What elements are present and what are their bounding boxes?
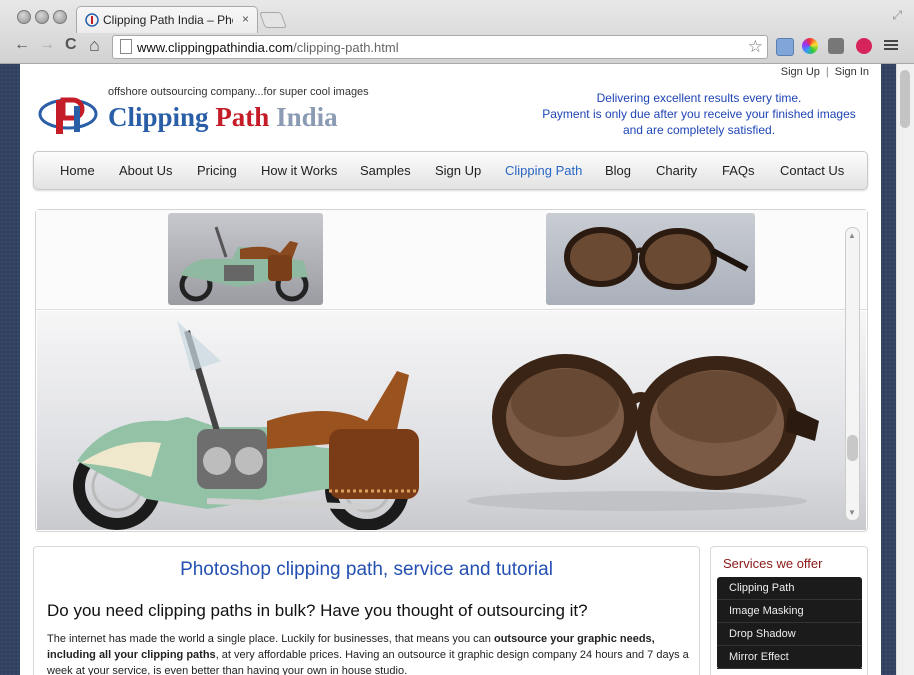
service-clipping-path[interactable]: Clipping Path xyxy=(717,577,862,600)
fullscreen-icon[interactable]: ⤢ xyxy=(892,8,902,23)
close-window-button[interactable] xyxy=(17,10,31,24)
motorcycle-thumb-image xyxy=(179,226,309,302)
new-tab-button[interactable] xyxy=(259,12,287,28)
nav-charity[interactable]: Charity xyxy=(656,163,697,178)
services-menu: Clipping Path Image Masking Drop Shadow … xyxy=(717,577,862,669)
header-tagline: Delivering excellent results every time.… xyxy=(529,90,869,138)
logo-emblem-icon xyxy=(38,97,98,134)
web-page: Sign Up | Sign In offshore outsourcing com… xyxy=(20,64,881,675)
logo-tagline: offshore outsourcing company...for super… xyxy=(108,86,369,98)
page-title: Photoshop clipping path, service and tut… xyxy=(180,559,553,580)
scroll-up-icon[interactable]: ▲ xyxy=(848,231,856,240)
logo-wordmark: Clipping Path India xyxy=(108,102,338,133)
nav-home[interactable]: Home xyxy=(60,163,95,178)
url-text: www.clippingpathindia.com/clipping-path.… xyxy=(137,40,399,55)
address-bar[interactable]: www.clippingpathindia.com/clipping-path.… xyxy=(112,35,768,59)
nav-faqs[interactable]: FAQs xyxy=(722,163,755,178)
url-host: www.clippingpathindia.com xyxy=(137,40,294,55)
main-navigation: Home About Us Pricing How it Works Sampl… xyxy=(33,151,868,190)
service-image-masking[interactable]: Image Masking xyxy=(717,600,862,623)
nav-contact-us[interactable]: Contact Us xyxy=(780,163,844,178)
sign-in-link[interactable]: Sign In xyxy=(835,66,869,78)
nav-samples[interactable]: Samples xyxy=(360,163,411,178)
logo-word-path: Path xyxy=(215,102,270,132)
minimize-window-button[interactable] xyxy=(35,10,49,24)
service-drop-shadow[interactable]: Drop Shadow xyxy=(717,623,862,646)
motorcycle-thumbnail[interactable] xyxy=(168,213,323,305)
services-sidebar: Services we offer Clipping Path Image Ma… xyxy=(710,546,868,675)
image-slider: ▲ ▼ xyxy=(35,209,868,532)
nav-how-it-works[interactable]: How it Works xyxy=(261,163,337,178)
extension-tag-icon[interactable] xyxy=(828,38,844,54)
intro-paragraph: The internet has made the world a single… xyxy=(47,631,692,675)
home-button[interactable]: ⌂ xyxy=(89,36,100,54)
main-content: Photoshop clipping path, service and tut… xyxy=(33,546,700,675)
account-links: Sign Up | Sign In xyxy=(781,66,869,78)
nav-blog[interactable]: Blog xyxy=(605,163,631,178)
services-heading: Services we offer xyxy=(723,556,823,571)
tagline-line-3: and are completely satisfied. xyxy=(622,123,776,137)
extension-color-picker-icon[interactable] xyxy=(802,38,818,54)
service-mirror-effect[interactable]: Mirror Effect xyxy=(717,646,862,669)
nav-sign-up[interactable]: Sign Up xyxy=(435,163,481,178)
site-logo[interactable]: offshore outsourcing company...for super… xyxy=(34,84,394,140)
tab-close-icon[interactable]: × xyxy=(242,12,249,26)
browser-chrome: Clipping Path India – Photosh × ⤢ ← → C … xyxy=(0,0,914,64)
sign-up-link[interactable]: Sign Up xyxy=(781,66,820,78)
back-button[interactable]: ← xyxy=(14,36,30,54)
tagline-line-2: Payment is only due after you receive yo… xyxy=(542,107,856,121)
slider-scrollbar[interactable]: ▲ ▼ xyxy=(845,227,860,521)
extension-plus-icon[interactable] xyxy=(856,38,872,54)
forward-button[interactable]: → xyxy=(39,36,55,54)
sunglasses-thumb-image xyxy=(564,227,749,290)
nav-clipping-path[interactable]: Clipping Path xyxy=(505,163,582,178)
slider-thumbnails xyxy=(36,210,867,310)
logo-word-india: India xyxy=(276,102,338,132)
page-scrollbar[interactable] xyxy=(896,64,914,675)
link-separator: | xyxy=(825,66,829,78)
intro-text-1: The internet has made the world a single… xyxy=(47,633,494,645)
slider-scroll-thumb[interactable] xyxy=(847,435,858,461)
slider-main-image xyxy=(37,311,866,531)
browser-menu-icon[interactable] xyxy=(884,38,898,52)
zoom-window-button[interactable] xyxy=(53,10,67,24)
scroll-down-icon[interactable]: ▼ xyxy=(848,508,856,517)
nav-about-us[interactable]: About Us xyxy=(119,163,172,178)
tab-title: Clipping Path India – Photosh xyxy=(103,13,233,27)
section-heading: Do you need clipping paths in bulk? Have… xyxy=(47,601,588,620)
page-scroll-thumb[interactable] xyxy=(900,70,910,128)
reload-button[interactable]: C xyxy=(65,36,77,54)
sunglasses-thumbnail[interactable] xyxy=(546,213,755,305)
browser-tab[interactable]: Clipping Path India – Photosh × xyxy=(76,6,258,33)
extension-screenshot-icon[interactable] xyxy=(776,38,794,56)
site-favicon-icon xyxy=(85,13,99,27)
nav-pricing[interactable]: Pricing xyxy=(197,163,237,178)
url-path: /clipping-path.html xyxy=(293,40,399,55)
page-icon xyxy=(120,39,132,54)
bookmark-star-icon[interactable]: ☆ xyxy=(748,37,763,57)
featured-products-image xyxy=(73,321,819,531)
logo-word-clipping: Clipping xyxy=(108,102,209,132)
tagline-line-1: Delivering excellent results every time. xyxy=(596,91,802,105)
